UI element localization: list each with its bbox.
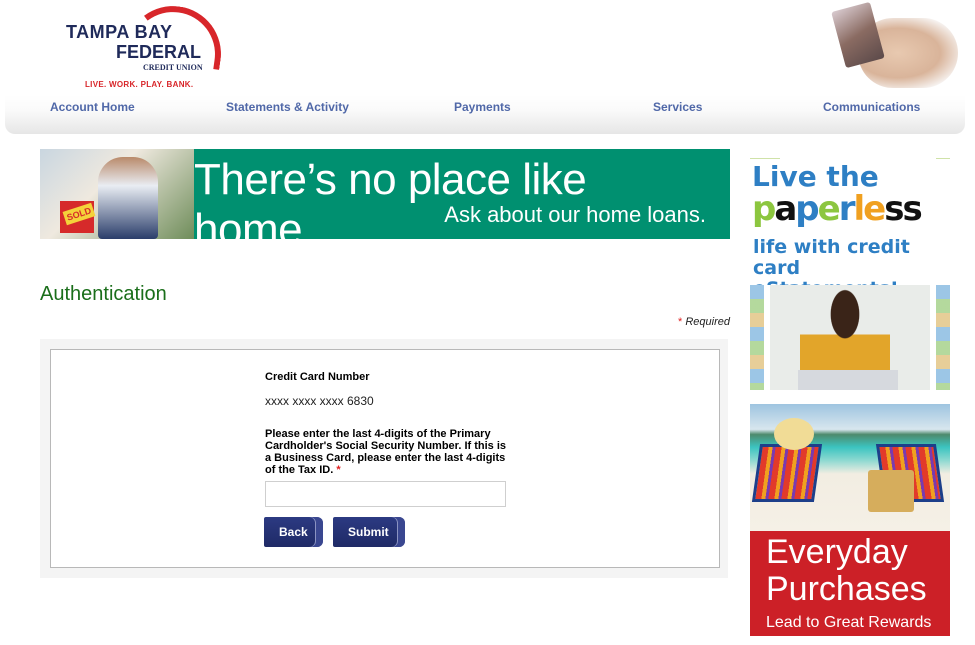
ssn-label: Please enter the last 4-digits of the Pr… — [265, 428, 515, 476]
logo-line1: TAMPA BAY — [66, 22, 173, 42]
logo-line3: CREDIT UNION — [143, 63, 203, 72]
paperless-letter: s — [902, 189, 922, 229]
paperless-letter: e — [817, 189, 841, 229]
ssn-required-star: * — [336, 464, 341, 476]
beach-chair — [751, 444, 823, 502]
required-note: * Required — [678, 316, 730, 328]
paperless-letter: r — [838, 189, 856, 229]
nav-payments[interactable]: Payments — [454, 100, 511, 114]
paperless-estatements-ad[interactable]: Live the paperless life with credit card… — [750, 158, 950, 390]
rewards-text-area: Everyday Purchases Lead to Great Rewards — [750, 531, 950, 636]
back-button[interactable]: Back — [264, 517, 323, 547]
banner-text-area: There’s no place like home Ask about our… — [194, 149, 730, 254]
paperless-letter: l — [853, 189, 865, 229]
auth-panel: Credit Card Number xxxx xxxx xxxx 6830 P… — [40, 339, 728, 578]
credit-card-icon — [831, 1, 885, 69]
paperless-letter: p — [752, 189, 776, 229]
rewards-line1: Everyday — [766, 533, 908, 571]
banner-subline: Ask about our home loans. — [444, 202, 706, 227]
decor-stripes — [936, 285, 950, 390]
laptop-icon — [798, 370, 898, 390]
logo-line2: FEDERAL — [116, 42, 201, 62]
ssn-label-text: Please enter the last 4-digits of the Pr… — [265, 428, 507, 476]
ad-top-divider — [750, 158, 950, 159]
ssn-last4-input[interactable] — [265, 481, 506, 507]
main-nav: Account Home Statements & Activity Payme… — [5, 95, 965, 134]
cc-number-label: Credit Card Number — [265, 371, 370, 383]
auth-form: Credit Card Number xxxx xxxx xxxx 6830 P… — [50, 349, 720, 568]
paperless-letter: s — [884, 189, 904, 229]
submit-button[interactable]: Submit — [333, 517, 405, 547]
ad-paperless-line3: life with credit — [753, 236, 910, 258]
nav-account-home[interactable]: Account Home — [50, 100, 135, 114]
beach-chairs-photo — [750, 404, 950, 531]
page-title: Authentication — [40, 283, 167, 305]
paperless-letter: e — [863, 189, 886, 229]
paperless-letter: a — [774, 189, 797, 229]
nav-communications[interactable]: Communications — [823, 100, 920, 114]
family-home-photo: SOLD — [40, 149, 194, 239]
tampa-bay-fcu-logo[interactable]: TAMPA BAY FEDERAL CREDIT UNION LIVE. WOR… — [60, 2, 220, 92]
ad-paperless-word: paperless — [752, 189, 923, 229]
hand-holding-card-image — [828, 0, 968, 95]
nav-services[interactable]: Services — [653, 100, 702, 114]
rewards-line3: Lead to Great Rewards — [766, 614, 932, 631]
decor-stripes — [750, 285, 764, 390]
required-label: Required — [682, 316, 730, 328]
straw-bag — [868, 470, 914, 512]
cc-number-value: xxxx xxxx xxxx 6830 — [265, 394, 374, 408]
nav-statements-activity[interactable]: Statements & Activity — [226, 100, 349, 114]
woman-laptop-photo — [750, 285, 950, 390]
sun-hat — [774, 418, 814, 450]
paperless-letter: p — [795, 189, 819, 229]
rewards-line2: Purchases — [766, 570, 927, 608]
father-son-figure — [98, 157, 158, 239]
home-loans-banner[interactable]: SOLD There’s no place like home Ask abou… — [40, 149, 730, 254]
logo-tagline: LIVE. WORK. PLAY. BANK. — [85, 80, 194, 89]
rewards-ad[interactable]: Everyday Purchases Lead to Great Rewards — [750, 404, 950, 636]
